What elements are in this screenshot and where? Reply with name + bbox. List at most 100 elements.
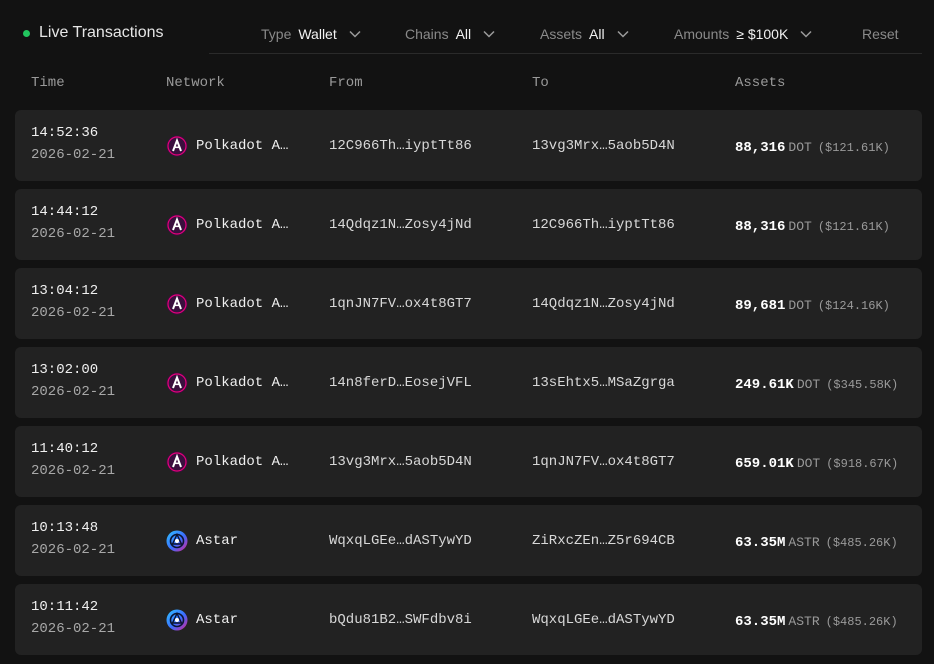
filter-bar: Live Transactions Type Wallet Chains All… [0,0,934,54]
tx-date: 2026-02-21 [31,226,116,242]
tx-date: 2026-02-21 [31,305,116,321]
reset-button[interactable]: Reset [862,26,899,42]
table-row[interactable]: 13:04:12 2026-02-21 Polkadot A… 1qnJN7FV…ox… [15,268,922,339]
column-header-network: Network [166,75,225,91]
tx-time: 14:44:12 [31,204,99,220]
filter-value: Wallet [298,26,337,42]
tx-network: Polkadot A… [166,293,288,315]
tx-assets: 88,316 DOT ($121.61K) [735,138,890,156]
asset-amount: 88,316 [735,140,786,156]
network-name: Astar [196,612,239,628]
asset-amount: 63.35M [735,614,786,630]
asset-amount: 89,681 [735,298,786,314]
tx-network: Polkadot A… [166,451,288,473]
tx-to-address[interactable]: ZiRxcZEn…Z5r694CB [532,533,675,549]
tx-time: 14:52:36 [31,125,99,141]
table-row[interactable]: 14:44:12 2026-02-21 Polkadot A… 14Qdqz1N…Zo… [15,189,922,260]
asset-usd-value: ($124.16K) [817,299,890,313]
tx-assets: 659.01K DOT ($918.67K) [735,454,898,472]
tx-from-address[interactable]: WqxqLGEe…dASTywYD [329,533,472,549]
chevron-down-icon [349,30,361,38]
tx-date: 2026-02-21 [31,463,116,479]
filter-value: All [589,26,605,42]
polkadot-asset-hub-icon [166,214,188,236]
tx-time: 10:13:48 [31,520,99,536]
tx-network: Polkadot A… [166,214,288,236]
column-header-to: To [532,75,549,91]
type-filter-dropdown[interactable]: Type Wallet [261,26,361,42]
tx-assets: 63.35M ASTR ($485.26K) [735,612,898,630]
asset-amount: 659.01K [735,456,794,472]
astar-icon [166,530,188,552]
tx-from-address[interactable]: 14Qdqz1N…Zosy4jNd [329,217,472,233]
tx-time: 11:40:12 [31,441,99,457]
network-name: Polkadot A… [196,217,289,233]
tx-network: Polkadot A… [166,372,288,394]
tx-from-address[interactable]: bQdu81B2…SWFdbv8i [329,612,472,628]
assets-filter-dropdown[interactable]: Assets All [540,26,629,42]
tx-network: Polkadot A… [166,135,288,157]
network-name: Polkadot A… [196,296,289,312]
table-row[interactable]: 10:11:42 2026-02-21 Astar bQdu81B2…SWFdbv8i… [15,584,922,655]
column-header-assets: Assets [735,75,786,91]
tx-network: Astar [166,530,238,552]
filter-label: Type [261,26,292,42]
tx-to-address[interactable]: 1qnJN7FV…ox4t8GT7 [532,454,675,470]
asset-symbol: DOT [788,140,812,155]
column-header-time: Time [31,75,65,91]
asset-symbol: DOT [788,298,812,313]
chains-filter-dropdown[interactable]: Chains All [405,26,495,42]
tx-network: Astar [166,609,238,631]
live-dot-icon [23,29,30,37]
astar-icon [166,609,188,631]
chevron-down-icon [617,30,629,38]
filter-label: Amounts [674,26,730,42]
asset-symbol: DOT [796,377,821,392]
tx-to-address[interactable]: 12C966Th…iyptTt86 [532,217,675,233]
amounts-filter-dropdown[interactable]: Amounts ≥ $100K [674,26,812,42]
table-row[interactable]: 14:52:36 2026-02-21 Polkadot A… 12C966Th…iy… [15,110,922,181]
table-row[interactable]: 11:40:12 2026-02-21 Polkadot A… 13vg3Mrx…5a… [15,426,922,497]
network-name: Astar [196,533,239,549]
table-row[interactable]: 13:02:00 2026-02-21 Polkadot A… 14n8ferD…Eo… [15,347,922,418]
tx-time: 10:11:42 [31,599,99,615]
tx-from-address[interactable]: 12C966Th…iyptTt86 [329,138,472,154]
tx-assets: 88,316 DOT ($121.61K) [735,217,890,235]
tx-date: 2026-02-21 [31,384,116,400]
filter-label: Chains [405,26,449,42]
chevron-down-icon [483,30,495,38]
polkadot-asset-hub-icon [166,293,188,315]
live-indicator: Live Transactions [23,24,164,42]
asset-symbol: ASTR [788,614,820,629]
polkadot-asset-hub-icon [166,372,188,394]
filter-value: All [455,26,472,42]
tx-to-address[interactable]: WqxqLGEe…dASTywYD [532,612,675,628]
asset-symbol: ASTR [788,535,820,550]
tx-from-address[interactable]: 13vg3Mrx…5aob5D4N [329,454,472,470]
tx-date: 2026-02-21 [31,621,116,637]
filter-label: Assets [540,26,583,42]
tx-time: 13:02:00 [31,362,99,378]
asset-usd-value: ($485.26K) [825,536,898,550]
asset-amount: 63.35M [735,535,786,551]
table-row[interactable]: 10:13:48 2026-02-21 Astar WqxqLGEe…dASTywYD… [15,505,922,576]
network-name: Polkadot A… [196,375,289,391]
tx-from-address[interactable]: 1qnJN7FV…ox4t8GT7 [329,296,472,312]
filter-value: ≥ $100K [736,26,789,42]
tx-to-address[interactable]: 13vg3Mrx…5aob5D4N [532,138,675,154]
polkadot-asset-hub-icon [166,451,188,473]
asset-amount: 88,316 [735,219,786,235]
tx-to-address[interactable]: 13sEhtx5…MSaZgrga [532,375,675,391]
asset-symbol: DOT [788,219,812,234]
divider [209,53,922,54]
tx-from-address[interactable]: 14n8ferD…EosejVFL [329,375,472,391]
polkadot-asset-hub-icon [166,135,188,157]
page-title: Live Transactions [39,24,164,41]
column-header-from: From [329,75,363,91]
asset-usd-value: ($485.26K) [825,615,898,629]
asset-usd-value: ($121.61K) [817,220,890,234]
tx-to-address[interactable]: 14Qdqz1N…Zosy4jNd [532,296,675,312]
chevron-down-icon [800,30,812,38]
table-header: Time Network From To Assets [0,75,934,93]
asset-symbol: DOT [796,456,821,471]
